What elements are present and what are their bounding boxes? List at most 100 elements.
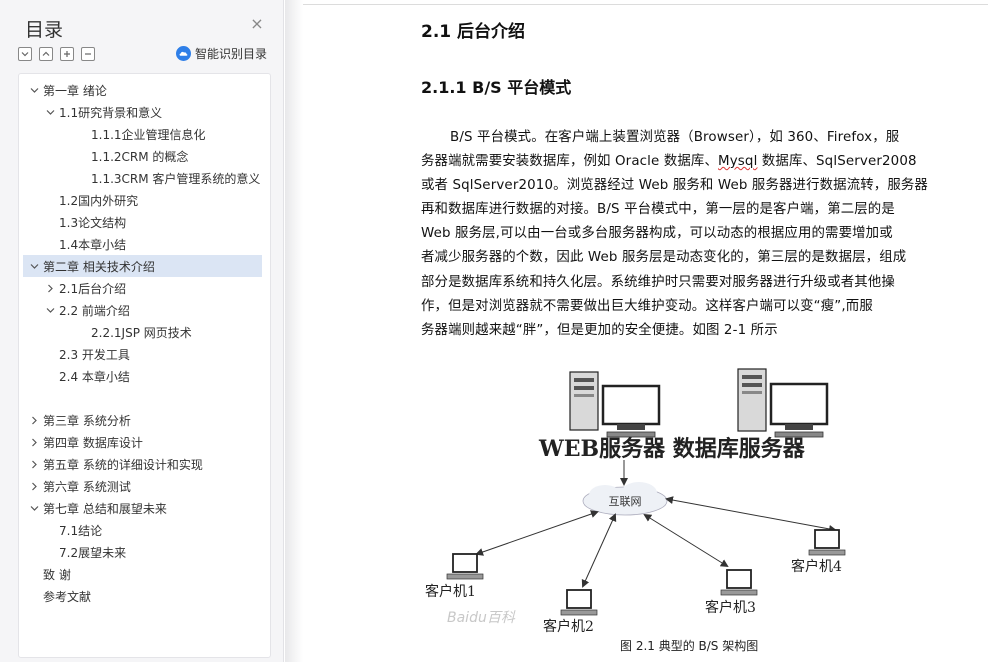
- client-label: 客户机1: [425, 583, 476, 600]
- paragraph-line: 作，但是对浏览器就不需要做出巨大维护变动。这样客户端可以变“瘦”,而服: [421, 298, 873, 314]
- toc-spacer: [43, 370, 57, 382]
- toc-item-label: 第五章 系统的详细设计和实现: [43, 457, 203, 472]
- paragraph-line: 部分是数据库系统和持久化层。系统维护时只需要对服务器进行升级或者其他操: [421, 274, 895, 290]
- toc-item-label: 2.2 前端介绍: [59, 303, 130, 318]
- toc-item[interactable]: 2.4 本章小结: [19, 365, 270, 387]
- toc-item[interactable]: 致 谢: [19, 563, 270, 585]
- web-server-icon: [569, 371, 661, 438]
- internet-label: 互联网: [609, 495, 642, 508]
- toc-spacer: [75, 172, 89, 184]
- paragraph-line-tail-text: 数据库、SqlServer2008: [757, 154, 917, 170]
- outline-title: 目录: [25, 19, 64, 41]
- toc-item-label: 1.2国内外研究: [59, 193, 139, 208]
- client-label: 客户机4: [791, 558, 842, 575]
- toc-item[interactable]: 第五章 系统的详细设计和实现: [19, 453, 270, 475]
- watermark: Baidu百科: [447, 610, 516, 626]
- paragraph-line: 再和数据库进行数据的对接。B/S 平台模式中，第一层的是客户端，第二层的是: [421, 202, 895, 218]
- toc-item-label: 第六章 系统测试: [43, 479, 131, 494]
- toc-item-label: 2.2.1JSP 网页技术: [91, 325, 192, 340]
- toc-item[interactable]: 1.1.3CRM 客户管理系统的意义: [19, 167, 270, 189]
- toc-item[interactable]: 7.2展望未来: [19, 541, 270, 563]
- toc-item-label: 第一章 绪论: [43, 83, 107, 98]
- toc-item[interactable]: 7.1结论: [19, 519, 270, 541]
- client-label: 客户机3: [705, 599, 756, 616]
- toc-item[interactable]: 2.2.1JSP 网页技术: [19, 321, 270, 343]
- toc-item-label: 第七章 总结和展望未来: [43, 501, 167, 516]
- toc-spacer: [43, 524, 57, 536]
- toc-item[interactable]: 2.3 开发工具: [19, 343, 270, 365]
- chevron-down-icon[interactable]: [27, 502, 41, 514]
- client-computer-icon: [446, 553, 484, 580]
- toc-item[interactable]: 第三章 系统分析: [19, 409, 270, 431]
- toc-item[interactable]: 2.1后台介绍: [19, 277, 270, 299]
- toc-list: 第一章 绪论 1.1研究背景和意义 1.1.1企业管理信息化 1.1.2CRM 的概念…: [19, 74, 270, 607]
- toc-item-label: 第二章 相关技术介绍: [43, 259, 155, 274]
- square-plus-icon[interactable]: [60, 47, 74, 61]
- toc-item[interactable]: 第二章 相关技术介绍: [23, 255, 262, 277]
- square-chevron-down-icon[interactable]: [18, 47, 32, 61]
- toc-item-label: 参考文献: [43, 589, 92, 604]
- chevron-down-icon[interactable]: [43, 106, 57, 118]
- outline-toolbar: [18, 47, 95, 61]
- smart-toc-button[interactable]: 智能识别目录: [176, 45, 267, 62]
- chevron-down-icon[interactable]: [27, 260, 41, 272]
- chevron-right-icon[interactable]: [27, 414, 41, 426]
- toc-item-label: 第三章 系统分析: [43, 413, 131, 428]
- toc-item[interactable]: 1.1研究背景和意义: [19, 101, 270, 123]
- toc-spacer: [27, 590, 41, 602]
- chevron-right-icon[interactable]: [27, 458, 41, 470]
- paragraph-line-tail: Mysql 数据库、SqlServer2008: [718, 150, 917, 174]
- chevron-right-icon[interactable]: [43, 282, 57, 294]
- chevron-right-icon[interactable]: [27, 480, 41, 492]
- toc-spacer: [27, 568, 41, 580]
- spellcheck-word: Mysql: [718, 154, 758, 170]
- square-chevron-up-icon[interactable]: [39, 47, 53, 61]
- cloud-icon: [176, 46, 191, 61]
- outline-pane: 目录 × 智能识别目录 第一章 绪论 1.1研究背景和意义 1.1.1企业管理信息化…: [0, 0, 284, 662]
- square-minus-icon[interactable]: [81, 47, 95, 61]
- client-computer-icon: [808, 529, 846, 556]
- toc-item-label: 1.1.3CRM 客户管理系统的意义: [91, 171, 261, 186]
- toc-item[interactable]: 1.2国内外研究: [19, 189, 270, 211]
- chevron-right-icon[interactable]: [27, 436, 41, 448]
- toc-spacer: [43, 216, 57, 228]
- toc-item[interactable]: 1.1.2CRM 的概念: [19, 145, 270, 167]
- server-label: WEB服务器 数据库服务器: [538, 436, 806, 462]
- toc-item-label: 1.1.2CRM 的概念: [91, 149, 189, 164]
- toc-spacer: [75, 128, 89, 140]
- paragraph-line: 者减少服务器的个数，因此 Web 服务层是动态变化的，第三层的是数据层，组成: [421, 250, 907, 266]
- toc-spacer: [43, 238, 57, 250]
- toc-item[interactable]: 第一章 绪论: [19, 79, 270, 101]
- toc-item-label: 第四章 数据库设计: [43, 435, 143, 450]
- toc-item[interactable]: 第六章 系统测试: [19, 475, 270, 497]
- smart-toc-label: 智能识别目录: [195, 47, 268, 61]
- toc-item[interactable]: 第七章 总结和展望未来: [19, 497, 270, 519]
- toc-spacer: [43, 546, 57, 558]
- paragraph-line: Web 服务层,可以由一台或多台服务器构成，可以动态的根据应用的需要增加或: [421, 226, 893, 242]
- toc-item[interactable]: 1.1.1企业管理信息化: [19, 123, 270, 145]
- toc-spacer: [75, 150, 89, 162]
- toc-item-label: 1.1研究背景和意义: [59, 105, 163, 120]
- toc-item-label: 1.3论文结构: [59, 215, 127, 230]
- toc-item-label: 致 谢: [43, 567, 71, 582]
- toc-item[interactable]: 第四章 数据库设计: [19, 431, 270, 453]
- toc-item-label: 7.1结论: [59, 523, 103, 538]
- toc-item-label: 2.1后台介绍: [59, 281, 127, 296]
- close-icon[interactable]: ×: [250, 16, 264, 32]
- client-label: 客户机2: [543, 618, 594, 634]
- toc-item[interactable]: 1.4本章小结: [19, 233, 270, 255]
- toc-spacer: [43, 194, 57, 206]
- toc-item[interactable]: 2.2 前端介绍: [19, 299, 270, 321]
- toc-item-label: 7.2展望未来: [59, 545, 127, 560]
- toc-item-label: 2.3 开发工具: [59, 347, 130, 362]
- toc-item-label: 1.1.1企业管理信息化: [91, 127, 206, 142]
- section-heading: 2.1 后台介绍: [421, 22, 526, 42]
- chevron-down-icon[interactable]: [43, 304, 57, 316]
- toc-item[interactable]: 1.3论文结构: [19, 211, 270, 233]
- chevron-down-icon[interactable]: [27, 84, 41, 96]
- paragraph-line: B/S 平台模式。在客户端上装置浏览器（Browser），如 360、Firef…: [450, 130, 900, 145]
- page-shadow: [285, 0, 303, 662]
- bs-architecture-figure: WEB服务器 数据库服务器 互联网 客户机1 客户机2 客户机3 客户机4 Ba…: [425, 368, 846, 634]
- subsection-heading: 2.1.1 B/S 平台模式: [421, 78, 572, 97]
- toc-item[interactable]: 参考文献: [19, 585, 270, 607]
